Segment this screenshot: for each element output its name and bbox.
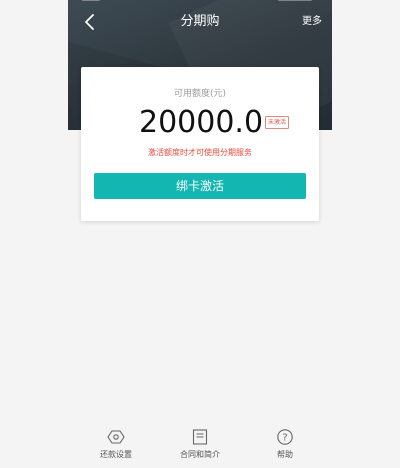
status-time — [82, 0, 100, 1]
credit-label: 可用额度(元) — [173, 89, 227, 99]
svg-text:?: ? — [282, 433, 287, 444]
status-bar — [68, 0, 332, 6]
help-circle-icon: ? — [277, 429, 293, 445]
tab-repayment-settings[interactable]: 还款设置 — [86, 428, 146, 460]
status-badge: 未激活 — [265, 116, 290, 129]
tab-help[interactable]: ? 帮助 — [255, 428, 315, 460]
more-button[interactable]: 更多 — [296, 14, 328, 30]
tab-label: 还款设置 — [100, 450, 132, 459]
chevron-left-icon — [85, 14, 94, 30]
hexagon-settings-icon — [107, 430, 125, 444]
tab-contract[interactable]: 合同和简介 — [170, 428, 230, 460]
bottom-tab-bar: 还款设置 合同和简介 ? 帮助 — [68, 420, 332, 468]
page-title: 分期购 — [180, 14, 220, 29]
tab-label: 帮助 — [277, 450, 293, 459]
credit-amount: 20000.0 — [139, 105, 264, 140]
document-icon — [192, 429, 208, 445]
tab-label: 合同和简介 — [180, 450, 220, 459]
back-button[interactable] — [80, 12, 100, 32]
activation-notice: 激活额度时才可使用分期服务 — [148, 148, 252, 157]
credit-card-panel: 可用额度(元) 20000.0 未激活 激活额度时才可使用分期服务 绑卡激活 — [81, 67, 319, 221]
status-icons — [278, 0, 312, 1]
bind-card-activate-button[interactable]: 绑卡激活 — [94, 173, 306, 199]
